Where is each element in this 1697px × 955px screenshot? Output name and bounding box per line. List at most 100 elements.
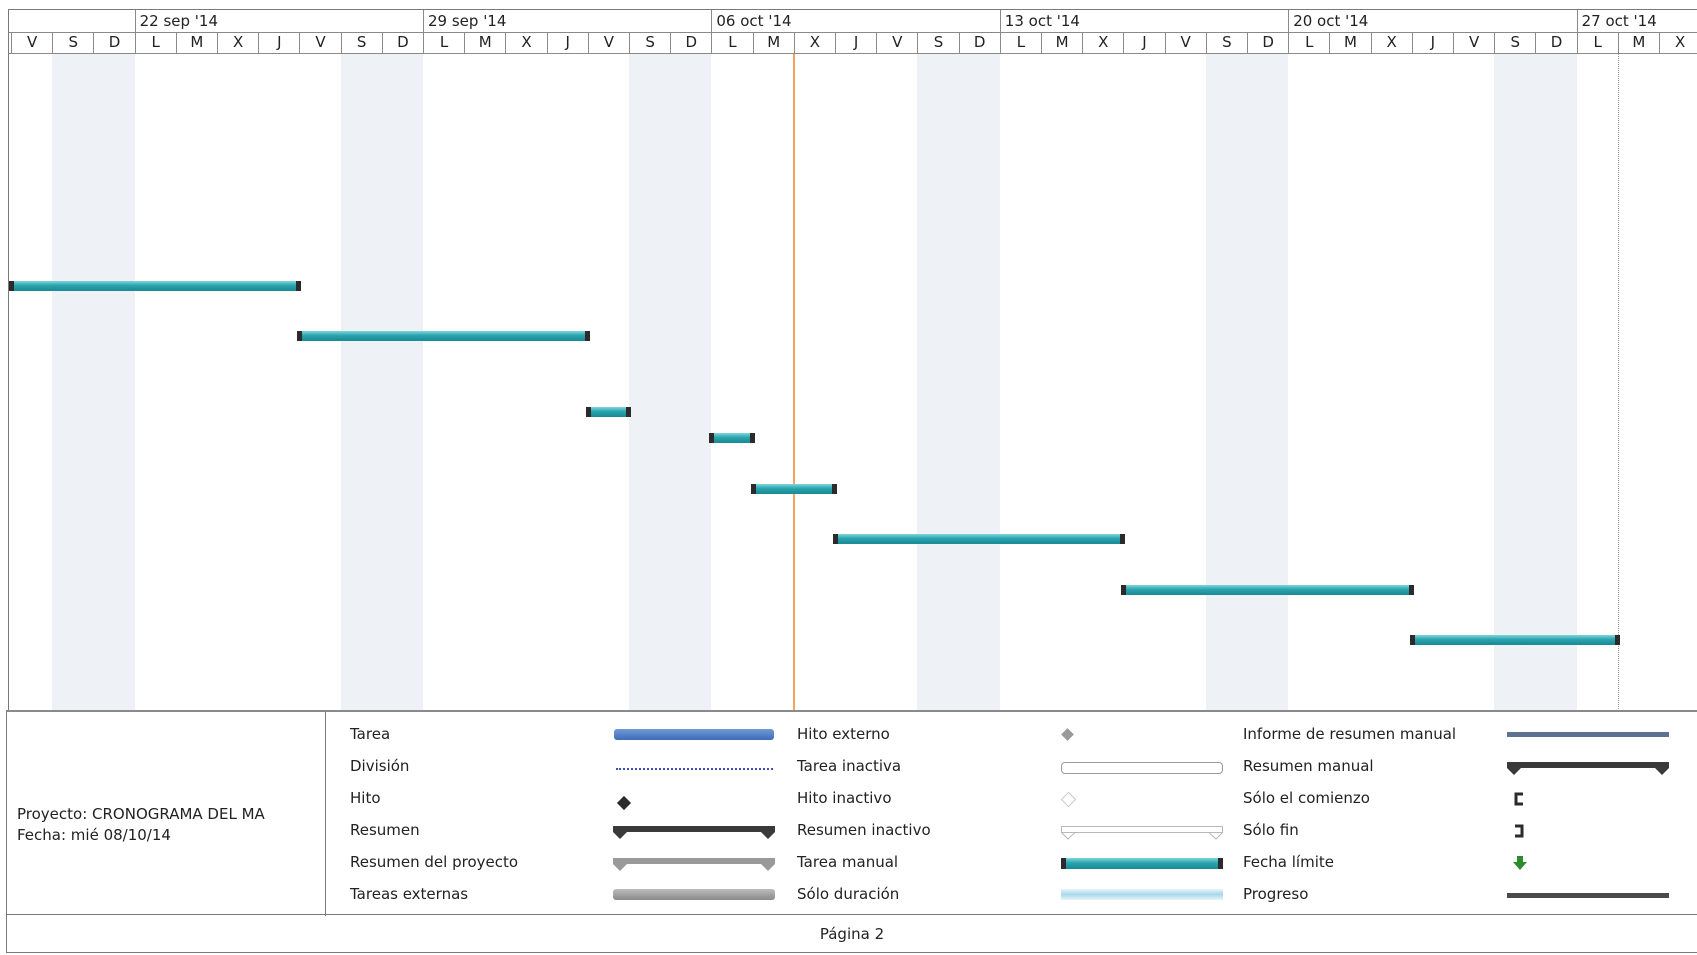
project-summary-symbol <box>613 858 775 871</box>
manual-task-bar[interactable] <box>1121 585 1414 595</box>
legend-label-solo-fin: Sólo fin <box>1243 821 1299 839</box>
timescale-day-label: V <box>587 32 629 53</box>
timescale-day-label: D <box>958 32 1000 53</box>
weekend-shading <box>629 54 712 711</box>
manual-task-bar[interactable] <box>1409 635 1620 645</box>
page-footer: Página 2 <box>6 915 1697 953</box>
timescale-day-label: S <box>917 32 958 53</box>
timescale-day-label: J <box>258 32 299 53</box>
timescale-day-label: L <box>1288 32 1329 53</box>
timescale-day-label: S <box>629 32 670 53</box>
timescale-day-label: V <box>299 32 340 53</box>
inactive-task-symbol <box>1061 762 1223 774</box>
external-tasks-symbol <box>613 889 775 900</box>
progress-symbol <box>1507 893 1669 898</box>
timescale-divider <box>9 53 1697 54</box>
split-symbol <box>616 768 773 770</box>
finish-only-icon <box>1515 824 1524 838</box>
project-date: Fecha: mié 08/10/14 <box>17 826 171 844</box>
timescale-day-label: V <box>1453 32 1494 53</box>
manual-task-bar[interactable] <box>9 281 302 291</box>
manual-task-bar[interactable] <box>750 484 837 494</box>
legend-label-informe-resumen-manual: Informe de resumen manual <box>1243 725 1457 743</box>
manual-task-bar[interactable] <box>297 331 590 341</box>
timescale-day-label: J <box>1411 32 1453 53</box>
legend-label-tarea-inactiva: Tarea inactiva <box>797 757 902 775</box>
timescale-day-label: S <box>340 32 382 53</box>
timescale-week-label: 20 oct '14 <box>1288 10 1576 32</box>
inactive-summary-symbol <box>1061 826 1223 840</box>
timescale-day-label: M <box>1617 32 1659 53</box>
legend-label-resumen-manual: Resumen manual <box>1243 757 1374 775</box>
timescale-day-label: X <box>793 32 835 53</box>
timescale-day-label: J <box>546 32 588 53</box>
weekend-shading <box>917 54 1000 711</box>
weekend-shading <box>1205 54 1289 711</box>
timescale-day-label: M <box>175 32 217 53</box>
legend-label-tarea: Tarea <box>350 725 391 743</box>
timescale-week-label: 29 sep '14 <box>423 10 711 32</box>
legend-label-progreso: Progreso <box>1243 885 1309 903</box>
timescale-day-label: L <box>134 32 176 53</box>
timescale-day-label: X <box>1082 32 1123 53</box>
timescale-day-label: X <box>217 32 258 53</box>
timescale-day-label: D <box>1535 32 1576 53</box>
page-number: Página 2 <box>819 925 885 943</box>
gantt-chart: 22 sep '14 29 sep '14 06 oct '14 13 oct '14… <box>8 9 1697 711</box>
timescale-day-label: S <box>1205 32 1247 53</box>
timescale-day-label: D <box>1247 32 1288 53</box>
timescale-day-label: L <box>1576 32 1618 53</box>
weekend-shading <box>1494 54 1577 711</box>
timescale-day-label: D <box>670 32 711 53</box>
legend-label-resumen-proyecto: Resumen del proyecto <box>350 853 519 871</box>
timescale-week-label: 06 oct '14 <box>711 10 999 32</box>
timescale-day-label: J <box>835 32 876 53</box>
weekend-shading <box>52 54 135 711</box>
legend-label-solo-comienzo: Sólo el comienzo <box>1243 789 1370 807</box>
manual-summary-symbol <box>1507 762 1669 775</box>
manual-task-bar[interactable] <box>585 407 631 417</box>
timescale-day-label: M <box>464 32 505 53</box>
external-milestone-symbol <box>1061 728 1074 741</box>
legend-label-hito-externo: Hito externo <box>797 725 890 743</box>
legend-panel: Proyecto: CRONOGRAMA DEL MA Fecha: mié 0… <box>6 710 1697 916</box>
summary-symbol <box>613 826 775 839</box>
timescale-day-label: L <box>999 32 1041 53</box>
legend-label-division: División <box>350 757 410 775</box>
task-symbol <box>614 729 774 740</box>
timescale-day-label: M <box>752 32 794 53</box>
timescale-day-label: D <box>381 32 423 53</box>
legend-label-solo-duracion: Sólo duración <box>797 885 900 903</box>
manual-task-bar[interactable] <box>833 534 1126 544</box>
manual-task-symbol <box>1061 858 1223 869</box>
legend-label-tareas-externas: Tareas externas <box>350 885 469 903</box>
legend-label-hito: Hito <box>350 789 381 807</box>
project-name: Proyecto: CRONOGRAMA DEL MA <box>17 805 265 823</box>
start-only-icon <box>1514 792 1523 806</box>
timescale-week-label: 13 oct '14 <box>999 10 1288 32</box>
manual-summary-rollup-symbol <box>1507 732 1669 737</box>
timescale-day-label: X <box>1659 32 1697 53</box>
legend-label-hito-inactivo: Hito inactivo <box>797 789 892 807</box>
timescale-week-label: 27 oct '14 <box>1576 10 1697 32</box>
timescale-day-label: X <box>1370 32 1412 53</box>
legend-label-fecha-limite: Fecha límite <box>1243 853 1334 871</box>
timescale-day-label: D <box>93 32 134 53</box>
inactive-milestone-symbol <box>1060 791 1077 808</box>
legend-label-resumen: Resumen <box>350 821 420 839</box>
timescale-day-label: L <box>711 32 752 53</box>
timescale-day-label: X <box>505 32 546 53</box>
deadline-arrow-icon <box>1513 856 1527 870</box>
current-date-line <box>792 54 795 711</box>
timescale-day-label: S <box>52 32 93 53</box>
timescale-day-label: J <box>1123 32 1164 53</box>
legend-label-resumen-inactivo: Resumen inactivo <box>797 821 931 839</box>
manual-task-bar[interactable] <box>709 433 755 443</box>
timescale-day-label: L <box>423 32 464 53</box>
legend-divider <box>325 712 326 916</box>
timescale-day-label: S <box>1494 32 1535 53</box>
timescale-day-label: V <box>11 32 52 53</box>
timescale-day-label: V <box>1164 32 1206 53</box>
timescale-day-label: M <box>1041 32 1082 53</box>
timescale-day-label: M <box>1329 32 1370 53</box>
